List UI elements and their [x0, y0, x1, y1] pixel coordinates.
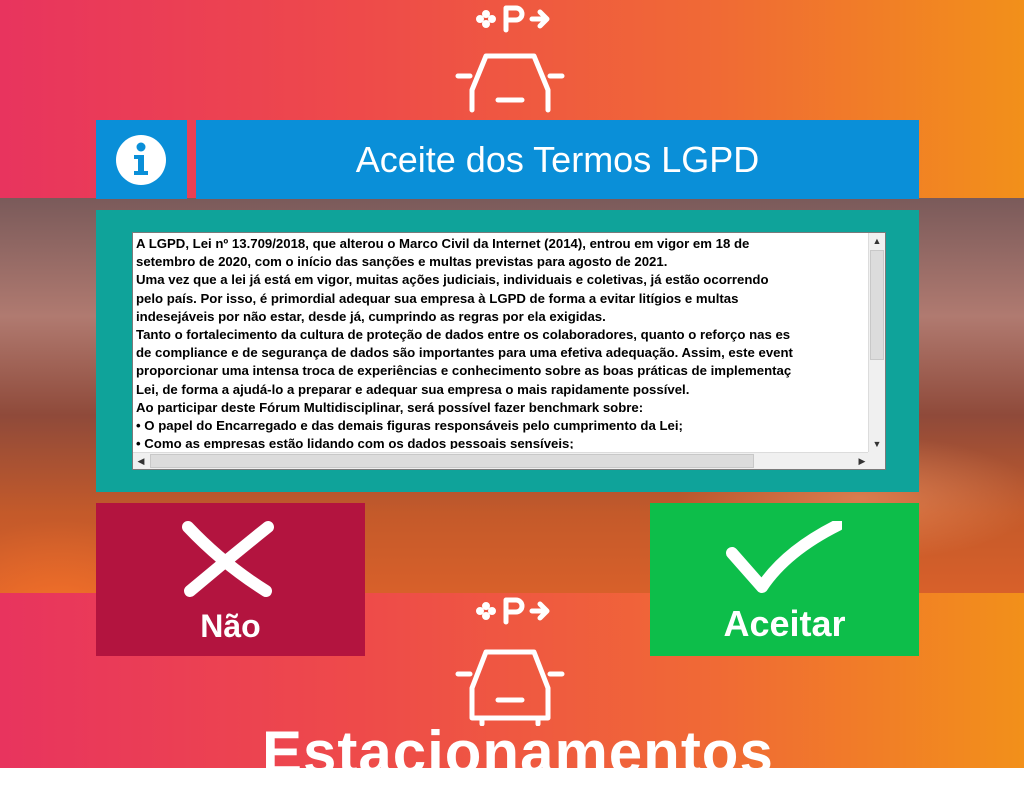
brand-text: Estacionamentos [262, 719, 774, 786]
accept-button-label: Aceitar [723, 603, 846, 644]
terms-panel: A LGPD, Lei nº 13.709/2018, que alterou … [96, 210, 919, 492]
terms-line: Tanto o fortalecimento da cultura de pro… [136, 327, 791, 343]
parking-logo-icon [455, 5, 565, 113]
terms-line: indesejáveis por não estar, desde já, cu… [136, 308, 606, 324]
parking-logo-icon [455, 597, 565, 726]
terms-line: proporcionar uma intensa troca de experi… [136, 363, 792, 379]
dialog-header: Aceite dos Termos LGPD [196, 120, 919, 199]
accept-button[interactable]: Aceitar [650, 503, 919, 656]
terms-line: • Como as empresas estão lidando com os … [136, 436, 574, 449]
terms-line: A LGPD, Lei nº 13.709/2018, que alterou … [136, 236, 750, 251]
terms-text: A LGPD, Lei nº 13.709/2018, que alterou … [136, 235, 870, 449]
scroll-up-arrow-icon[interactable]: ▲ [869, 233, 885, 249]
dialog-title: Aceite dos Termos LGPD [355, 138, 760, 180]
vertical-scrollbar[interactable]: ▲ ▼ [868, 233, 885, 452]
scroll-down-arrow-icon[interactable]: ▼ [869, 436, 885, 452]
reject-button[interactable]: Não [96, 503, 365, 656]
horizontal-scroll-thumb[interactable] [150, 454, 754, 468]
horizontal-scrollbar[interactable]: ◀ ▶ [133, 452, 870, 469]
vertical-scroll-thumb[interactable] [870, 250, 884, 360]
terms-line: pelo país. Por isso, é primordial adequa… [136, 290, 739, 306]
terms-line: de compliance e de segurança de dados sã… [136, 345, 793, 361]
terms-line: • O papel do Encarregado e das demais fi… [136, 418, 683, 434]
terms-line: Ao participar deste Fórum Multidisciplin… [136, 399, 644, 415]
close-icon [182, 521, 274, 597]
terms-line: Lei, de forma a ajudá-lo a preparar e ad… [136, 381, 690, 397]
scrollbar-corner [868, 452, 885, 469]
info-icon [116, 135, 166, 185]
terms-line: setembro de 2020, com o início das sançõ… [136, 254, 668, 270]
terms-textbox[interactable]: A LGPD, Lei nº 13.709/2018, que alterou … [132, 232, 886, 470]
info-header-box [96, 120, 187, 199]
reject-button-label: Não [200, 608, 261, 644]
terms-line: Uma vez que a lei já está em vigor, muit… [136, 272, 769, 288]
checkmark-icon [726, 521, 842, 593]
scroll-left-arrow-icon[interactable]: ◀ [133, 453, 149, 469]
